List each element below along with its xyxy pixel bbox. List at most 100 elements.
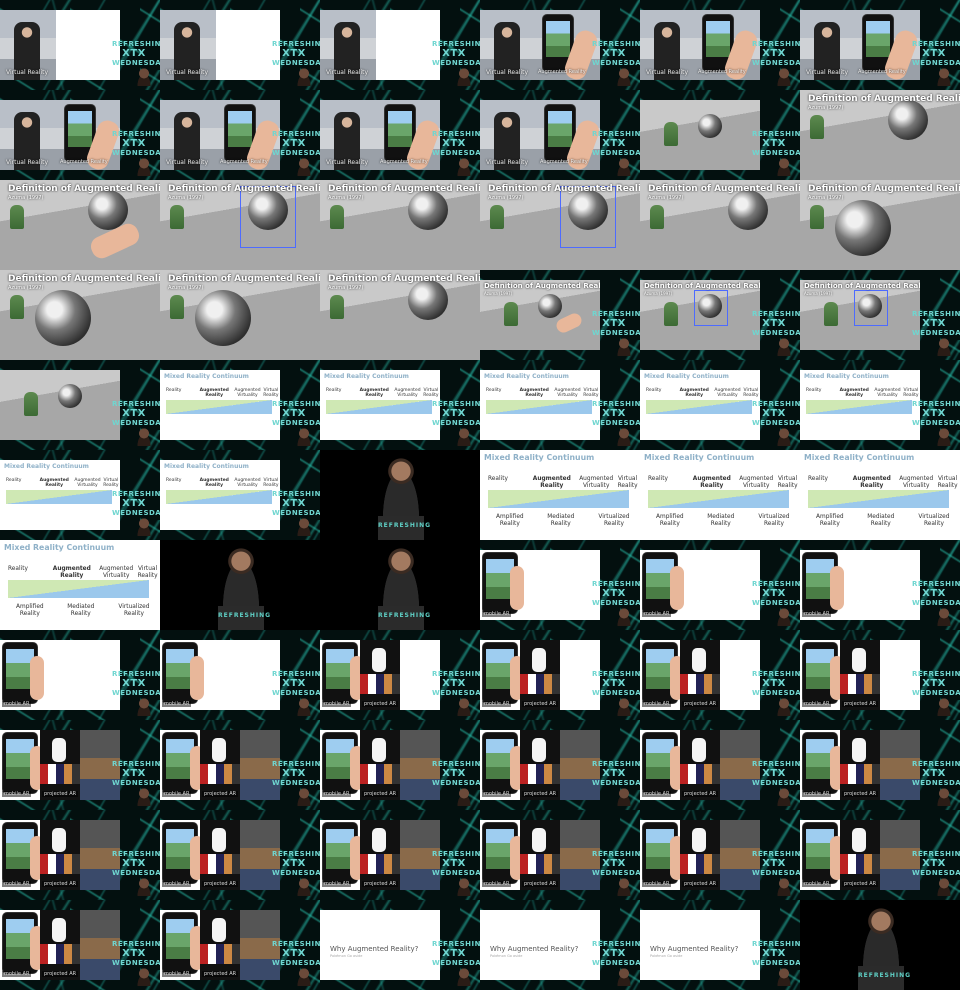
vr-caption: Virtual Reality xyxy=(326,69,369,76)
vr-caption: Virtual Reality xyxy=(486,69,529,76)
presenter-thumbnail xyxy=(134,878,154,896)
video-frame[interactable]: Mixed Reality Continuum Reality Augmented … xyxy=(800,450,960,540)
video-frame[interactable]: Mixed Reality Continuum Reality Augmented … xyxy=(800,360,960,450)
video-frame[interactable]: Definition of Augmented Reality Azuma (19… xyxy=(800,180,960,270)
phone-screen xyxy=(706,21,730,57)
video-frame[interactable]: mobile AR projected AR REFRESHINGXTXWEDNES… xyxy=(0,810,160,900)
video-frame[interactable]: mobile AR projected AR REFRESHINGXTXWEDNES… xyxy=(800,810,960,900)
video-frame[interactable]: mobile AR REFRESHINGXTXWEDNESDAY xyxy=(640,540,800,630)
video-frame[interactable]: mobile AR projected AR REFRESHINGXTXWEDNES… xyxy=(320,630,480,720)
video-frame[interactable]: Mixed Reality Continuum Reality Augmented … xyxy=(320,360,480,450)
projection-caption: projected AR xyxy=(842,881,879,887)
video-frame[interactable]: REFRESHING xyxy=(320,540,480,630)
mobile-ar-caption: mobile AR xyxy=(322,791,352,797)
video-frame[interactable]: mobile AR projected AR REFRESHINGXTXWEDNES… xyxy=(160,900,320,990)
video-frame[interactable]: mobile AR projected AR REFRESHINGXTXWEDNES… xyxy=(480,630,640,720)
video-frame[interactable]: Virtual Reality REFRESHINGXTXWEDNESDAY xyxy=(0,0,160,90)
video-frame[interactable]: mobile AR projected AR REFRESHINGXTXWEDNES… xyxy=(0,900,160,990)
vr-photo: Virtual Reality xyxy=(0,100,58,170)
video-frame[interactable]: Definition of Augmented Reality Azuma (19… xyxy=(800,90,960,180)
video-frame[interactable]: REFRESHINGXTXWEDNESDAY xyxy=(640,90,800,180)
video-frame[interactable]: mobile AR projected AR REFRESHINGXTXWEDNES… xyxy=(320,720,480,810)
video-frame[interactable]: REFRESHINGXTXWEDNESDAY xyxy=(0,360,160,450)
video-frame[interactable]: mobile AR projected AR REFRESHINGXTXWEDNES… xyxy=(160,810,320,900)
video-frame[interactable]: REFRESHING xyxy=(320,450,480,540)
projection-photo: projected AR xyxy=(40,910,80,980)
projected-figure xyxy=(52,828,66,852)
video-frame[interactable]: mobile AR projected AR REFRESHINGXTXWEDNES… xyxy=(800,630,960,720)
video-frame[interactable]: Mixed Reality Continuum Reality Augmented … xyxy=(160,450,320,540)
brand-line2: XTX xyxy=(282,498,306,509)
video-frame[interactable]: mobile AR REFRESHINGXTXWEDNESDAY xyxy=(480,540,640,630)
video-frame[interactable]: Why Augmented Reality? Pokémon Go aside RE… xyxy=(640,900,800,990)
video-frame[interactable]: Mixed Reality Continuum Reality Augmented … xyxy=(640,450,800,540)
vr-caption: Virtual Reality xyxy=(6,69,49,76)
brand-logo: REFRESHINGXTXWEDNESDAY xyxy=(272,130,320,157)
video-frame[interactable]: Definition of Augmented Reality Azuma (19… xyxy=(480,180,640,270)
video-frame[interactable]: Definition of Augmented Reality Azuma (19… xyxy=(640,270,800,360)
video-frame[interactable]: Definition of Augmented Reality Azuma (19… xyxy=(640,180,800,270)
video-frame[interactable]: mobile AR projected AR REFRESHINGXTXWEDNES… xyxy=(320,810,480,900)
video-frame[interactable]: mobile AR projected AR REFRESHINGXTXWEDNES… xyxy=(160,720,320,810)
brand-line1: REFRESHING xyxy=(112,490,160,498)
video-frame[interactable]: Virtual Reality REFRESHINGXTXWEDNESDAY xyxy=(160,0,320,90)
video-frame[interactable]: Virtual Reality Augmented Reality REFRESHI… xyxy=(0,90,160,180)
video-frame[interactable]: mobile AR REFRESHINGXTXWEDNESDAY xyxy=(0,630,160,720)
projected-pattern xyxy=(40,944,80,964)
presenter-thumbnail xyxy=(774,68,794,86)
brand-logo: REFRESHINGXTXWEDNESDAY xyxy=(592,670,640,697)
video-frame[interactable]: Definition of Augmented Reality Azuma (19… xyxy=(800,270,960,360)
video-frame[interactable]: mobile AR REFRESHINGXTXWEDNESDAY xyxy=(800,540,960,630)
video-frame[interactable]: mobile AR projected AR REFRESHINGXTXWEDNES… xyxy=(0,720,160,810)
video-frame[interactable]: mobile AR REFRESHINGXTXWEDNESDAY xyxy=(160,630,320,720)
brand-line3: WEDNESDAY xyxy=(912,59,960,67)
video-frame[interactable]: Virtual Reality Augmented Reality REFRESHI… xyxy=(640,0,800,90)
projected-pattern xyxy=(40,854,80,874)
video-frame[interactable]: Mixed Reality Continuum Reality Augmented … xyxy=(0,540,160,630)
video-frame[interactable]: mobile AR projected AR REFRESHINGXTXWEDNES… xyxy=(640,630,800,720)
video-frame[interactable]: REFRESHING xyxy=(800,900,960,990)
video-frame[interactable]: Virtual Reality REFRESHINGXTXWEDNESDAY xyxy=(320,0,480,90)
vr-caption: Virtual Reality xyxy=(6,159,49,166)
video-frame[interactable]: mobile AR projected AR REFRESHINGXTXWEDNES… xyxy=(640,810,800,900)
video-frame[interactable]: Definition of Augmented Reality Azuma (19… xyxy=(320,180,480,270)
video-frame[interactable]: Mixed Reality Continuum Reality Augmented … xyxy=(0,450,160,540)
ar-examples-slide: mobile AR projected AR xyxy=(480,820,600,890)
video-frame[interactable]: Why Augmented Reality? Pokémon Go aside RE… xyxy=(320,900,480,990)
video-frame[interactable]: Mixed Reality Continuum Reality Augmented … xyxy=(640,360,800,450)
video-frame[interactable]: mobile AR projected AR REFRESHINGXTXWEDNES… xyxy=(480,810,640,900)
video-frame[interactable]: Mixed Reality Continuum Reality Augmented … xyxy=(160,360,320,450)
brand-line1: REFRESHING xyxy=(432,760,480,768)
why-slide: Why Augmented Reality? Pokémon Go aside xyxy=(480,910,600,980)
definition-subtitle: Azuma (1997) xyxy=(488,195,524,201)
slide-subtitle: Pokémon Go aside xyxy=(330,954,363,958)
why-slide: Why Augmented Reality? Pokémon Go aside xyxy=(320,910,440,980)
video-frame[interactable]: Virtual Reality Augmented Reality REFRESHI… xyxy=(320,90,480,180)
virtual-reality-label: Virtual Reality xyxy=(617,476,638,489)
speaker xyxy=(858,908,904,968)
video-frame[interactable]: REFRESHING xyxy=(160,540,320,630)
brand-line2: XTX xyxy=(122,768,146,779)
video-frame[interactable]: Definition of Augmented Reality Azuma (19… xyxy=(480,270,640,360)
video-frame[interactable]: Virtual Reality Augmented Reality REFRESHI… xyxy=(160,90,320,180)
video-frame[interactable]: Definition of Augmented Reality Azuma (19… xyxy=(0,270,160,360)
video-frame[interactable]: Definition of Augmented Reality Azuma (19… xyxy=(160,180,320,270)
video-frame[interactable]: mobile AR projected AR REFRESHINGXTXWEDNES… xyxy=(480,720,640,810)
brand-line2: XTX xyxy=(922,48,946,59)
video-frame[interactable]: Virtual Reality Augmented Reality REFRESHI… xyxy=(800,0,960,90)
video-frame[interactable]: mobile AR projected AR REFRESHINGXTXWEDNES… xyxy=(640,720,800,810)
video-frame[interactable]: Mixed Reality Continuum Reality Augmented … xyxy=(480,450,640,540)
video-frame[interactable]: mobile AR projected AR REFRESHINGXTXWEDNES… xyxy=(800,720,960,810)
ar-examples-slide: mobile AR xyxy=(160,640,280,710)
mixed-reality-slide: Mixed Reality Continuum Reality Augmented … xyxy=(800,370,920,440)
brand-line3: WEDNESDAY xyxy=(272,149,320,157)
video-frame[interactable]: Virtual Reality Augmented Reality REFRESHI… xyxy=(480,0,640,90)
video-frame[interactable]: Definition of Augmented Reality Azuma (19… xyxy=(0,180,160,270)
brand-line1: REFRESHING xyxy=(752,130,800,138)
video-frame[interactable]: Why Augmented Reality? Pokémon Go aside RE… xyxy=(480,900,640,990)
presenter-thumbnail xyxy=(294,428,314,446)
video-frame[interactable]: Mixed Reality Continuum Reality Augmented … xyxy=(480,360,640,450)
video-frame[interactable]: Virtual Reality Augmented Reality REFRESHI… xyxy=(480,90,640,180)
video-frame[interactable]: Definition of Augmented Reality Azuma (19… xyxy=(160,270,320,360)
video-frame[interactable]: Definition of Augmented Reality Azuma (19… xyxy=(320,270,480,360)
